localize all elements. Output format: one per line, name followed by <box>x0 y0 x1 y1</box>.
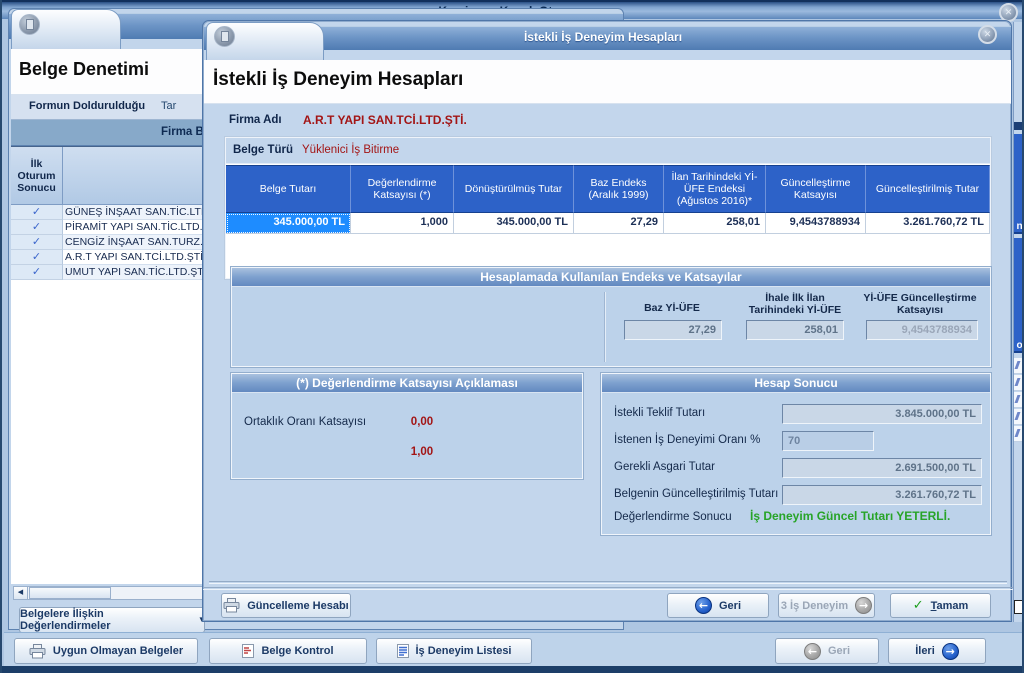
form-bar-label: Formun Doldurulduğu <box>29 100 145 112</box>
back-arrow-icon: ← <box>695 597 712 614</box>
sonuc-label: Değerlendirme Sonucu <box>614 511 732 523</box>
teklif-tutari-field[interactable]: 3.845.000,00 TL <box>782 404 982 424</box>
table-cell[interactable]: 345.000,00 TL <box>454 213 574 234</box>
is-deneyim-nav-button[interactable]: 3 İş Deneyim → <box>778 593 875 618</box>
check-icon: ✓ <box>11 220 63 235</box>
ileri-nav-button[interactable]: İleri → <box>888 638 986 664</box>
uygun-olmayan-belgeler-button[interactable]: Uygun Olmayan Belgeler <box>14 638 198 664</box>
bottom-toolbar: Uygun Olmayan Belgeler Belge Kontrol İş … <box>4 632 1024 666</box>
page-title: Belge Denetimi <box>19 59 149 80</box>
column-header[interactable]: Güncelleştirilmiş Tutar <box>866 165 990 213</box>
asgari-tutar-field[interactable]: 2.691.500,00 TL <box>782 458 982 478</box>
field-label: Baz Yİ-ÜFE <box>620 302 724 314</box>
list-document-icon <box>397 644 409 658</box>
column-header[interactable]: Güncelleştirme Katsayısı <box>766 165 866 213</box>
degerlendirmeler-dropdown-button[interactable]: Belgelere İlişkin Değerlendirmeler ▾ <box>19 607 205 633</box>
belge-kontrol-button[interactable]: Belge Kontrol <box>209 638 367 664</box>
firma-adi-value: A.R.T YAPI SAN.TCİ.LTD.ŞTİ. <box>303 113 467 127</box>
asgari-tutar-label: Gerekli Asgari Tutar <box>614 461 715 473</box>
katsayi-section-title: (*) Değerlendirme Katsayısı Açıklaması <box>232 374 582 393</box>
close-icon[interactable]: ✕ <box>978 25 997 44</box>
hesap-sonucu-section: Hesap Sonucu İstekli Teklif Tutarı 3.845… <box>601 373 991 535</box>
forward-arrow-icon: → <box>942 643 959 660</box>
forward-arrow-icon: → <box>855 597 872 614</box>
divider <box>209 581 1007 584</box>
belge-panel: Belge Türü Yüklenici İş Bitirme Belge Tu… <box>225 137 991 279</box>
guncel-tutar-label: Belgenin Güncelleştirilmiş Tutarı <box>614 488 778 500</box>
hesap-section-title: Hesap Sonucu <box>602 374 990 393</box>
endeks-section: Hesaplamada Kullanılan Endeks ve Katsayı… <box>231 267 991 367</box>
guncellestirme-katsayisi-field[interactable]: 9,4543788934 <box>866 320 978 340</box>
table-cell[interactable]: 258,01 <box>664 213 766 234</box>
document-icon <box>242 644 254 658</box>
is-deneyim-dialog: İstekli İş Deneyim Hesapları ✕ İstekli İ… <box>202 20 1012 622</box>
deneyim-orani-label: İstenen İş Deneyimi Oranı % <box>614 434 760 446</box>
printer-icon <box>223 598 240 613</box>
check-icon: ✓ <box>11 265 63 280</box>
clipped-header-fragment: n <box>1014 134 1024 234</box>
background-window-edge: n o <box>1013 22 1024 622</box>
belge-turu-value: Yüklenici İş Bitirme <box>302 144 399 156</box>
column-header[interactable]: İlan Tarihindeki Yİ-ÜFE Endeksi (Ağustos… <box>664 165 766 213</box>
window-frame-bottom <box>2 666 1024 673</box>
deneyim-orani-field[interactable]: 70 <box>782 431 874 451</box>
back-arrow-icon: ← <box>804 643 821 660</box>
printer-icon <box>29 644 46 659</box>
katsayi-value: 1,00 <box>392 446 452 458</box>
geri-button[interactable]: ← Geri <box>667 593 769 618</box>
table-cell-selected[interactable]: 345.000,00 TL <box>226 213 351 234</box>
column-header[interactable]: Değerlendirme Katsayısı (*) <box>351 165 454 213</box>
check-icon: ✓ <box>11 250 63 265</box>
status-badge: İş Deneyim Güncel Tutarı YETERLİ. <box>750 509 950 523</box>
field-label: Yİ-ÜFE Güncelleştirme Katsayısı <box>860 292 980 316</box>
table-cell[interactable]: 27,29 <box>574 213 664 234</box>
endeks-section-title: Hesaplamada Kullanılan Endeks ve Katsayı… <box>232 268 990 287</box>
dialog-title: İstekli İş Deneyim Hesapları <box>323 30 883 44</box>
form-bar-fragment: Tar <box>161 100 176 112</box>
check-icon: ✓ <box>11 235 63 250</box>
column-header[interactable]: Baz Endeks (Aralık 1999) <box>574 165 664 213</box>
belge-table: Belge Tutarı Değerlendirme Katsayısı (*)… <box>226 165 990 237</box>
table-cell[interactable]: 9,4543788934 <box>766 213 866 234</box>
teklif-tutari-label: İstekli Teklif Tutarı <box>614 407 705 419</box>
ilan-yiufe-field[interactable]: 258,01 <box>746 320 844 340</box>
katsayi-section: (*) Değerlendirme Katsayısı Açıklaması O… <box>231 373 583 479</box>
clipped-header-fragment: o <box>1014 238 1024 353</box>
check-icon: ✓ <box>913 598 924 613</box>
table-cell[interactable]: 1,000 <box>351 213 454 234</box>
guncelleme-hesabi-button[interactable]: Güncelleme Hesabı <box>221 593 351 618</box>
divider <box>604 292 606 362</box>
baz-yiufe-field[interactable]: 27,29 <box>624 320 722 340</box>
divider <box>203 587 1013 590</box>
scrollbar-thumb[interactable] <box>29 587 111 599</box>
dialog-heading: İstekli İş Deneyim Hesapları <box>213 69 463 91</box>
is-deneyim-listesi-button[interactable]: İş Deneyim Listesi <box>376 638 532 664</box>
belge-turu-label: Belge Türü <box>233 144 293 156</box>
tamam-button[interactable]: ✓ Tamam <box>890 593 991 618</box>
check-icon: ✓ <box>11 205 63 220</box>
window-doc-icon <box>19 14 40 35</box>
column-header[interactable]: Dönüştürülmüş Tutar <box>454 165 574 213</box>
column-header[interactable]: Belge Tutarı <box>226 165 351 213</box>
field-label: İhale İlk İlan Tarihindeki Yİ-ÜFE <box>740 292 850 316</box>
dropdown-label: Belgelere İlişkin Değerlendirmeler <box>20 608 192 632</box>
guncel-tutar-field[interactable]: 3.261.760,72 TL <box>782 485 982 505</box>
geri-nav-button[interactable]: ← Geri <box>775 638 879 664</box>
ortaklik-orani-value: 0,00 <box>392 416 452 428</box>
scroll-left-icon[interactable]: ◀ <box>14 587 28 599</box>
dialog-heading-strip: İstekli İş Deneyim Hesapları <box>204 60 1011 104</box>
table-cell[interactable]: 3.261.760,72 TL <box>866 213 990 234</box>
belge-turu-bar: Belge Türü Yüklenici İş Bitirme <box>226 138 990 164</box>
firma-adi-label: Firma Adı <box>229 114 282 126</box>
ortaklik-orani-label: Ortaklık Oranı Katsayısı <box>244 416 366 428</box>
window-doc-icon <box>214 26 235 47</box>
komisyon-window: Komisyon Kapalı Oturumu ✕ Belge Denetimi… <box>0 0 1024 673</box>
column-header-ilk-oturum[interactable]: İlk Oturum Sonucu <box>11 147 63 205</box>
firma-group-header-fragment: Firma B <box>161 126 204 138</box>
